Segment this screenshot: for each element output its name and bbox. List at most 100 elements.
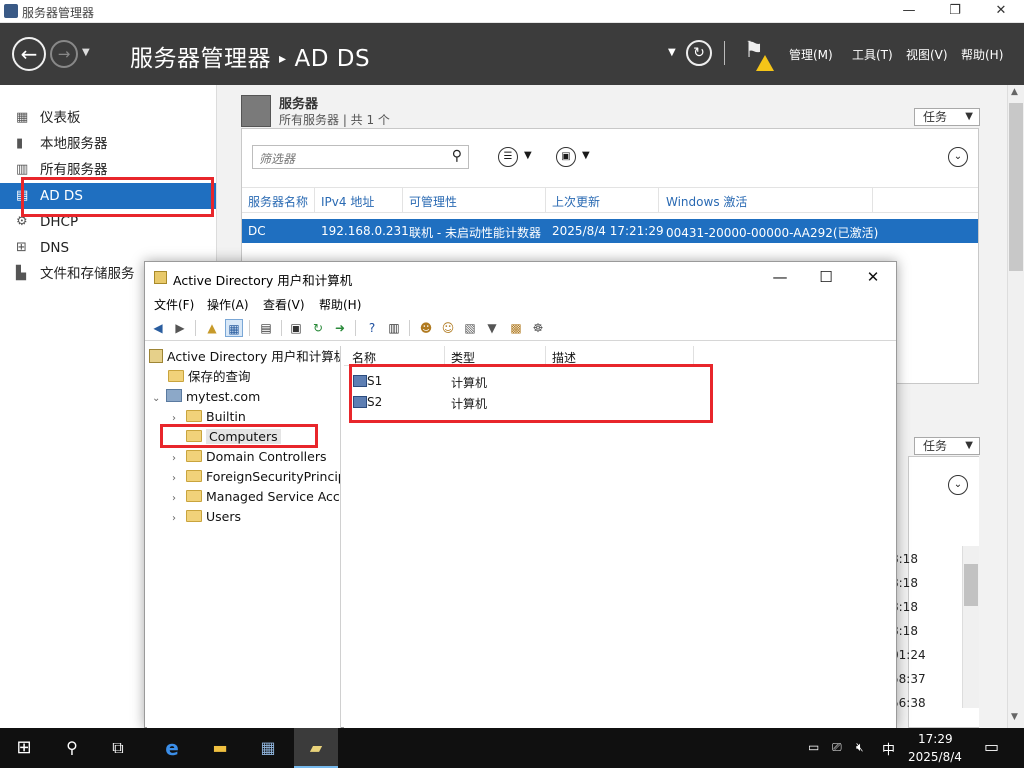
scroll-down-icon[interactable]: ▼ — [1011, 712, 1018, 722]
aduc-maximize-button[interactable]: ☐ — [803, 262, 849, 292]
column-header-ipv4[interactable]: IPv4 地址 — [321, 193, 374, 210]
main-scrollbar[interactable]: ▲ ▼ — [1007, 85, 1024, 728]
column-divider — [693, 346, 694, 366]
tree-node-foreign-security-principals[interactable]: › ForeignSecurityPrincipals — [172, 467, 340, 489]
cell-server-name: DC — [248, 224, 266, 238]
filter-icon[interactable]: ▼ — [483, 319, 501, 337]
help-icon[interactable]: ? — [363, 319, 381, 337]
list-options-button[interactable]: ☰ — [498, 147, 518, 167]
table-row[interactable]: DC 192.168.0.231 联机 - 未启动性能计数器 2025/8/4 … — [242, 219, 978, 243]
scrollbar-thumb[interactable] — [964, 564, 978, 606]
forward-arrow-icon: → — [57, 45, 71, 63]
taskbar-aduc[interactable]: ▰ — [294, 728, 338, 768]
restore-button[interactable]: ❐ — [932, 0, 978, 23]
forward-arrow-icon[interactable]: ▶ — [171, 319, 189, 337]
menu-view[interactable]: 查看(V) — [263, 296, 305, 313]
aduc-minimize-button[interactable]: — — [757, 262, 803, 292]
tasks-button[interactable]: 任务 ▼ — [914, 108, 980, 126]
export-icon[interactable]: ➜ — [331, 319, 349, 337]
search-button[interactable]: ⚲ — [50, 728, 94, 768]
menu-view[interactable]: 视图(V) — [906, 46, 948, 63]
aduc-close-button[interactable]: ✕ — [850, 262, 896, 292]
menu-help[interactable]: 帮助(H) — [961, 46, 1003, 63]
list-options-dropdown-icon[interactable]: ▼ — [524, 150, 532, 161]
breadcrumb-root[interactable]: 服务器管理器 — [130, 46, 271, 72]
history-dropdown-icon[interactable]: ▼ — [82, 47, 90, 58]
add-to-group-icon[interactable]: ☸ — [529, 319, 547, 337]
start-button[interactable]: ⊞ — [2, 728, 46, 768]
sidebar-item-dns[interactable]: ⊞ DNS — [0, 235, 216, 261]
copy-icon[interactable]: ▣ — [287, 319, 305, 337]
collapsed-chevron-icon[interactable]: › — [172, 509, 186, 529]
back-arrow-icon[interactable]: ◀ — [149, 319, 167, 337]
menu-manage[interactable]: 管理(M) — [789, 46, 833, 63]
column-header-server-name[interactable]: 服务器名称 — [248, 193, 308, 210]
new-ou-icon[interactable]: ▧ — [461, 319, 479, 337]
collapsed-chevron-icon[interactable]: › — [172, 449, 186, 469]
ime-indicator[interactable]: 中 — [882, 739, 895, 758]
column-header-last-update[interactable]: 上次更新 — [552, 193, 600, 210]
network-icon[interactable]: ▭ — [808, 740, 819, 754]
refresh-icon[interactable]: ↻ — [309, 319, 327, 337]
sidebar-item-local-server[interactable]: ▮ 本地服务器 — [0, 131, 216, 157]
new-group-icon[interactable]: ☺ — [439, 319, 457, 337]
column-header-windows-activation[interactable]: Windows 激活 — [666, 193, 747, 210]
refresh-button[interactable]: ↻ — [686, 40, 712, 66]
tree-node-root[interactable]: Active Directory 用户和计算机 — [149, 347, 340, 367]
folder-icon — [186, 490, 202, 502]
tasks-button-2[interactable]: 任务 ▼ — [914, 437, 980, 455]
sidebar-item-label: 本地服务器 — [40, 136, 108, 152]
forward-button[interactable]: → — [50, 40, 78, 68]
tree-node-managed-service-accounts[interactable]: › Managed Service Accounts — [172, 487, 340, 509]
show-tree-icon[interactable]: ▦ — [225, 319, 243, 337]
sidebar-item-dashboard[interactable]: ▦ 仪表板 — [0, 105, 216, 131]
menu-file[interactable]: 文件(F) — [154, 296, 194, 313]
tree-node-domain-controllers[interactable]: › Domain Controllers — [172, 447, 326, 467]
close-button[interactable]: ✕ — [978, 0, 1024, 23]
save-query-dropdown-icon[interactable]: ▼ — [582, 150, 590, 161]
scroll-up-icon[interactable]: ▲ — [1011, 87, 1018, 97]
expanded-chevron-icon[interactable]: ⌄ — [152, 389, 166, 409]
tree-node-users[interactable]: › Users — [172, 507, 241, 527]
refresh-dropdown-icon[interactable]: ▼ — [668, 47, 676, 58]
column-header-manageability[interactable]: 可管理性 — [409, 193, 457, 210]
expand-button-2[interactable]: ⌄ — [948, 475, 968, 495]
expand-button[interactable]: ⌄ — [948, 147, 968, 167]
clock-date[interactable]: 2025/8/4 — [908, 750, 962, 764]
menu-tools[interactable]: 工具(T) — [852, 46, 893, 63]
notification-center-icon[interactable]: ▭ — [984, 737, 999, 756]
collapsed-chevron-icon[interactable]: › — [172, 469, 186, 489]
column-divider — [444, 346, 445, 366]
taskbar-file-explorer[interactable]: ▬ — [198, 728, 242, 768]
breadcrumb: 服务器管理器 ▸ AD DS — [130, 39, 370, 73]
back-button[interactable]: ← — [12, 37, 46, 71]
tree-node-domain[interactable]: ⌄ mytest.com — [152, 387, 260, 407]
find-icon[interactable]: ▩ — [507, 319, 525, 337]
new-user-icon[interactable]: ☻ — [417, 319, 435, 337]
taskbar-ie[interactable]: e — [150, 728, 194, 768]
panel-scrollbar[interactable] — [962, 546, 979, 708]
refresh-icon: ↻ — [693, 45, 705, 61]
windows-logo-icon: ⊞ — [16, 737, 32, 758]
menu-action[interactable]: 操作(A) — [207, 296, 249, 313]
filter-input[interactable]: 筛选器 ⚲ — [252, 145, 469, 169]
taskbar-server-manager[interactable]: ▦ — [246, 728, 290, 768]
task-view-button[interactable]: ⧉ — [96, 728, 140, 768]
sidebar-item-label: 仪表板 — [40, 110, 81, 126]
display-icon[interactable]: ⎚ — [832, 740, 842, 755]
collapsed-chevron-icon[interactable]: › — [172, 489, 186, 509]
menu-help[interactable]: 帮助(H) — [319, 296, 361, 313]
save-query-button[interactable]: ▣ — [556, 147, 576, 167]
tree-node-saved-queries[interactable]: 保存的查询 — [168, 367, 251, 387]
column-divider — [658, 188, 659, 213]
console-icon[interactable]: ▥ — [385, 319, 403, 337]
scrollbar-thumb[interactable] — [1009, 103, 1023, 271]
clock-time[interactable]: 17:29 — [918, 732, 953, 746]
up-folder-icon[interactable]: ▲ — [203, 319, 221, 337]
search-icon[interactable]: ⚲ — [452, 148, 462, 164]
volume-muted-icon[interactable]: 🔇︎ — [856, 740, 864, 755]
chevron-down-icon: ⌄ — [953, 479, 963, 490]
properties-icon[interactable]: ▤ — [257, 319, 275, 337]
server-manager-app-icon — [4, 4, 18, 18]
minimize-button[interactable]: — — [886, 0, 932, 23]
